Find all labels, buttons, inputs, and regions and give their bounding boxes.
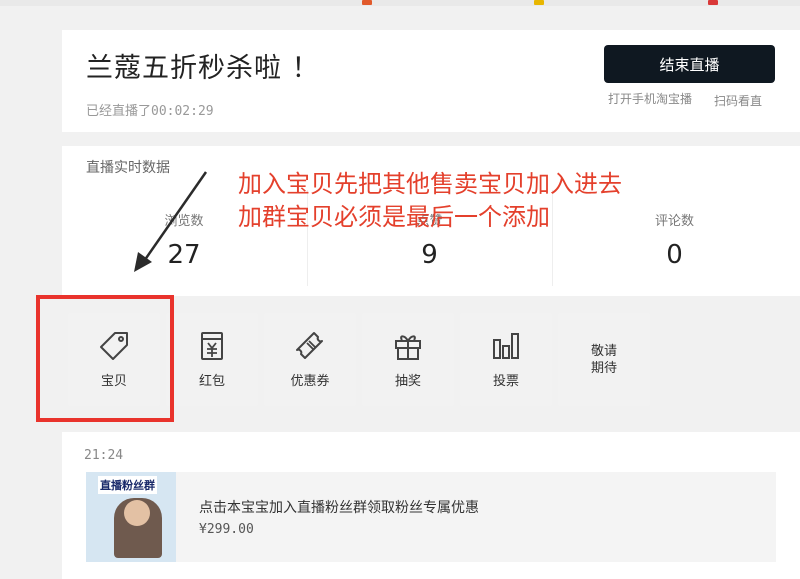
tool-label: 优惠券: [290, 374, 330, 389]
live-duration: 已经直播了00:02:29: [86, 104, 214, 119]
tool-label: 红包: [198, 374, 225, 389]
stat-value: 9: [421, 240, 438, 270]
message-feed-card: 21:24 直播粉丝群 点击本宝宝加入直播粉丝群领取粉丝专属优惠 ¥299.00: [62, 432, 800, 579]
bar-chart-icon: [493, 333, 519, 359]
annotation-line: 加入宝贝先把其他售卖宝贝加入进去: [238, 170, 622, 198]
tool-coupon[interactable]: 优惠券: [264, 313, 356, 406]
tool-coming-soon: 敬请期待: [558, 313, 650, 406]
tool-red-envelope[interactable]: 红包: [166, 313, 258, 406]
annotation-arrow-icon: [134, 171, 208, 272]
annotation-line: 加群宝贝必须是最后一个添加: [238, 203, 550, 231]
product-thumbnail: 直播粉丝群: [86, 472, 176, 562]
end-live-button[interactable]: 结束直播: [604, 45, 775, 83]
browser-toolbar-strip: [0, 0, 800, 6]
scan-to-watch-link[interactable]: 扫码看直: [714, 92, 762, 109]
thumbnail-badge: 直播粉丝群: [98, 476, 157, 494]
toolbar-icon: [708, 0, 718, 5]
tool-label: 投票: [492, 374, 519, 389]
open-mobile-taobao-link[interactable]: 打开手机淘宝播: [606, 92, 694, 107]
tool-vote[interactable]: 投票: [460, 313, 552, 406]
feed-timestamp: 21:24: [84, 448, 124, 463]
feed-item-text: 点击本宝宝加入直播粉丝群领取粉丝专属优惠: [199, 500, 479, 516]
coming-soon-label: 敬请期待: [590, 343, 617, 376]
tool-label: 抽奖: [394, 374, 421, 389]
coupon-icon: [296, 332, 323, 359]
red-envelope-icon: [201, 332, 223, 360]
red-annotation-text: 加入宝贝先把其他售卖宝贝加入进去 加群宝贝必须是最后一个添加: [238, 168, 622, 234]
page-title: 兰蔻五折秒杀啦 ！: [86, 53, 320, 84]
live-header-card: 兰蔻五折秒杀啦 ！ 已经直播了00:02:29 结束直播 打开手机淘宝播 扫码看…: [62, 30, 800, 132]
person-face: [124, 500, 150, 526]
toolbar-icon: [534, 0, 544, 5]
feed-item-price: ¥299.00: [199, 522, 254, 537]
toolbar-icon: [362, 0, 372, 5]
gift-icon: [395, 335, 421, 360]
feed-product-item[interactable]: 直播粉丝群 点击本宝宝加入直播粉丝群领取粉丝专属优惠 ¥299.00: [86, 472, 776, 562]
stat-value: 0: [666, 240, 683, 270]
highlight-box: [36, 295, 174, 422]
tool-lottery[interactable]: 抽奖: [362, 313, 454, 406]
